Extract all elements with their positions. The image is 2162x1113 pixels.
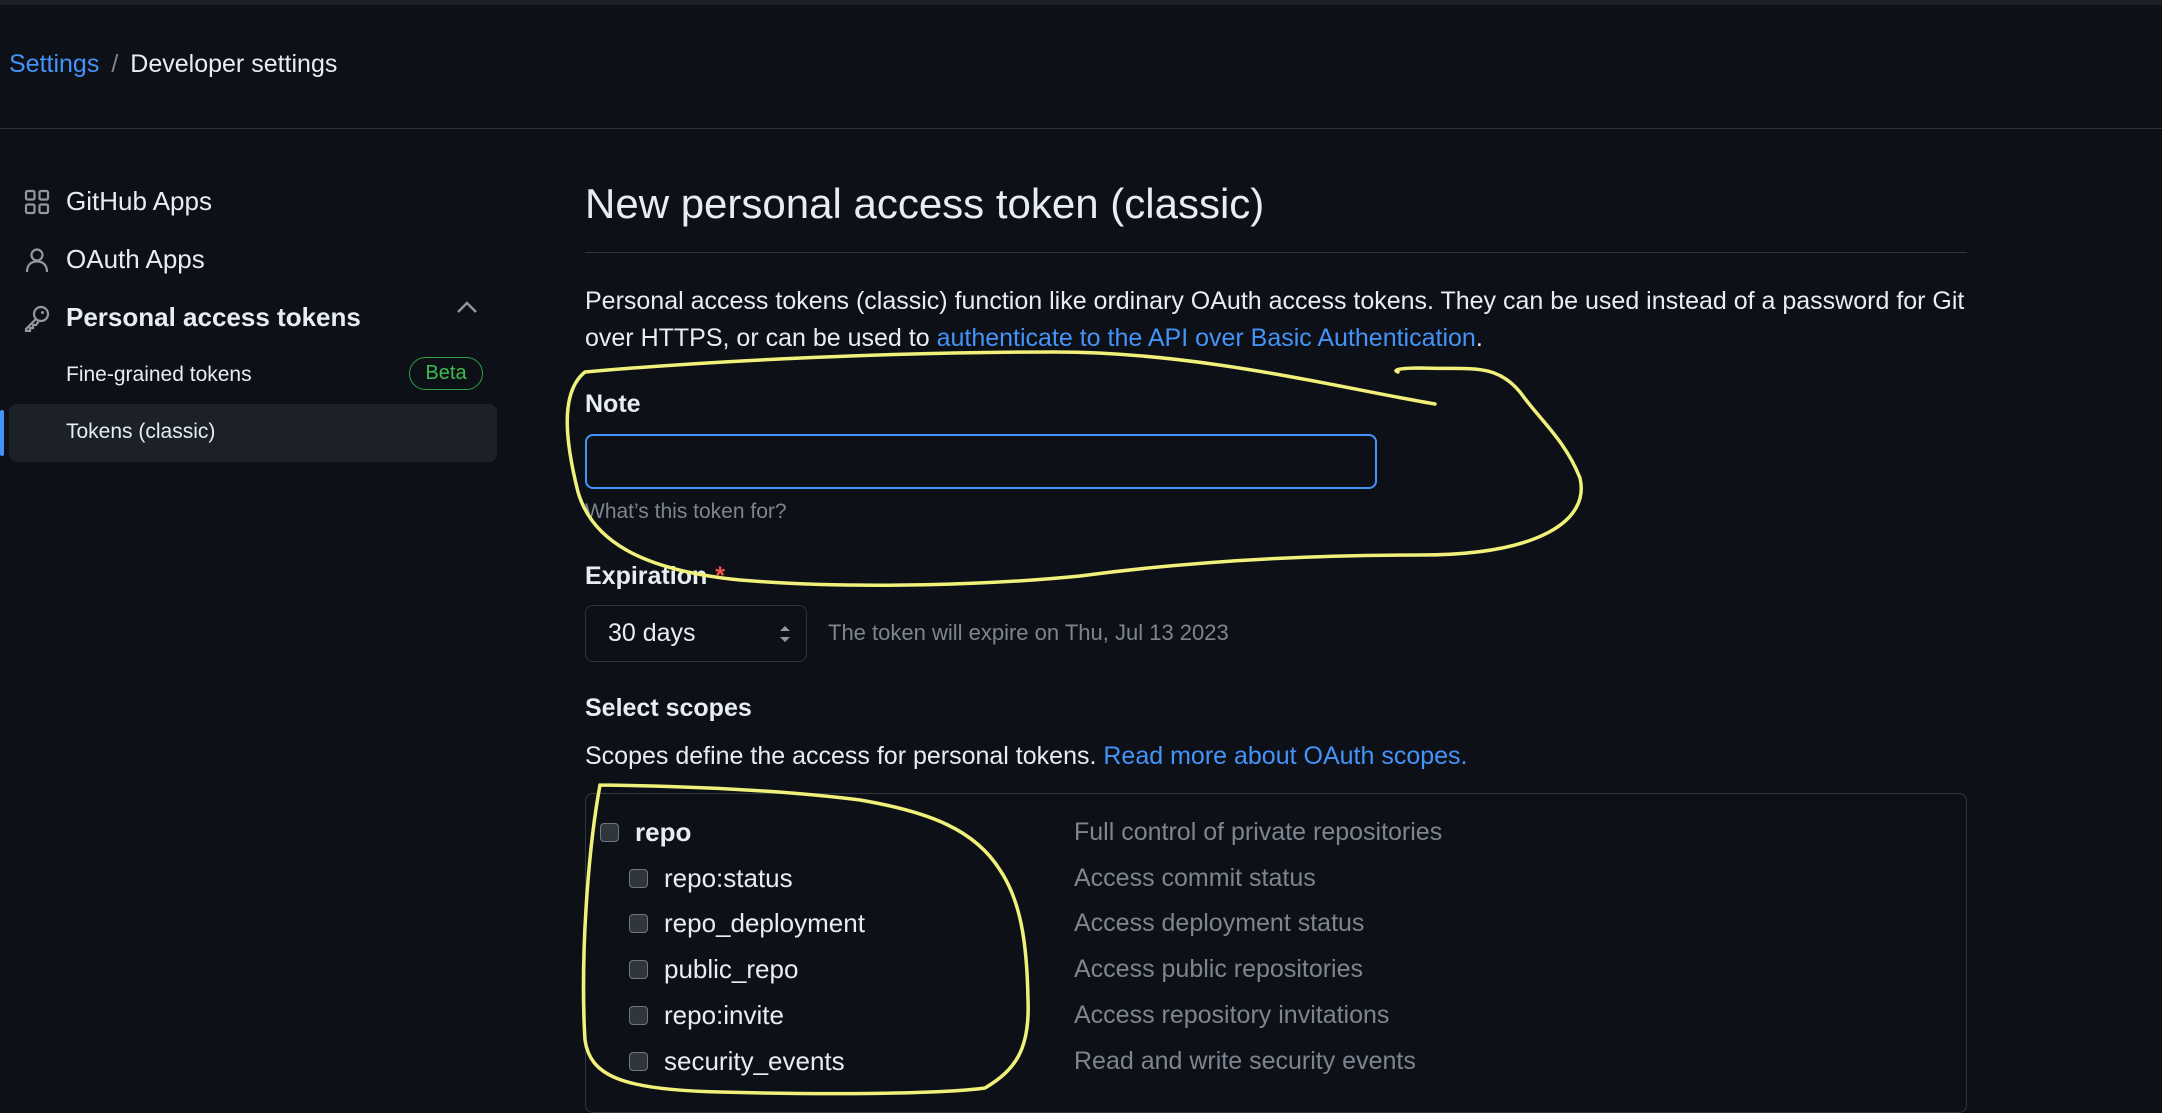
sidebar-item-personal-access-tokens[interactable]: Personal access tokens xyxy=(0,302,361,333)
scope-desc: Full control of private repositories xyxy=(1074,818,1443,846)
scope-row-repo-status[interactable]: repo:status xyxy=(629,863,793,894)
scope-row-repo-deployment[interactable]: repo_deployment xyxy=(629,908,865,939)
scope-name: repo xyxy=(635,817,692,847)
person-icon xyxy=(22,245,52,275)
note-input[interactable] xyxy=(585,434,1377,489)
title-divider xyxy=(585,252,1967,253)
scope-row-repo-invite[interactable]: repo:invite xyxy=(629,1000,784,1031)
apps-grid-icon xyxy=(22,187,52,217)
expiration-select[interactable]: 30 days xyxy=(585,605,807,662)
scope-checkbox[interactable] xyxy=(629,960,648,979)
sidebar-item-label: OAuth Apps xyxy=(66,244,205,274)
top-border xyxy=(0,0,2162,5)
description-end: . xyxy=(1475,324,1483,352)
note-label: Note xyxy=(585,390,641,418)
scope-desc: Access repository invitations xyxy=(1074,1001,1390,1029)
scope-desc: Read and write security events xyxy=(1074,1047,1416,1075)
sidebar-item-tokens-classic[interactable]: Tokens (classic) xyxy=(66,420,215,444)
expiration-selected-value: 30 days xyxy=(608,619,696,647)
sidebar-item-label: Personal access tokens xyxy=(66,302,361,332)
sidebar-item-fine-grained-tokens[interactable]: Fine-grained tokens xyxy=(66,363,252,387)
chevron-up-icon[interactable] xyxy=(456,300,478,319)
oauth-scopes-link[interactable]: Read more about OAuth scopes. xyxy=(1103,742,1467,770)
breadcrumb: Settings / Developer settings xyxy=(9,50,337,79)
scope-desc: Access commit status xyxy=(1074,864,1316,892)
scope-name: repo:invite xyxy=(664,1000,784,1030)
page-title: New personal access token (classic) xyxy=(585,180,1265,227)
sidebar-item-label: GitHub Apps xyxy=(66,186,212,216)
scope-checkbox[interactable] xyxy=(629,1006,648,1025)
breadcrumb-separator: / xyxy=(111,50,119,78)
scope-checkbox[interactable] xyxy=(629,1052,648,1071)
scope-row-repo[interactable]: repo xyxy=(600,817,691,848)
selected-indicator xyxy=(0,410,4,456)
select-arrows-icon xyxy=(778,622,792,653)
basic-auth-link[interactable]: authenticate to the API over Basic Authe… xyxy=(937,324,1476,352)
header-divider xyxy=(0,128,2162,129)
scope-desc: Access deployment status xyxy=(1074,909,1365,937)
scope-checkbox[interactable] xyxy=(600,823,619,842)
scope-row-security-events[interactable]: security_events xyxy=(629,1046,845,1077)
scope-name: security_events xyxy=(664,1046,845,1076)
scopes-description: Scopes define the access for personal to… xyxy=(585,742,1467,771)
scope-checkbox[interactable] xyxy=(629,914,648,933)
expiration-label: Expiration * xyxy=(585,562,725,591)
scopes-description-text: Scopes define the access for personal to… xyxy=(585,742,1097,770)
note-hint: What’s this token for? xyxy=(585,500,787,523)
breadcrumb-settings-link[interactable]: Settings xyxy=(9,50,99,79)
breadcrumb-current: Developer settings xyxy=(130,50,338,78)
scope-name: repo_deployment xyxy=(664,908,865,938)
scope-name: repo:status xyxy=(664,863,793,893)
beta-badge: Beta xyxy=(409,357,483,390)
scope-name: public_repo xyxy=(664,954,799,984)
scope-desc: Access public repositories xyxy=(1074,955,1364,983)
required-marker: * xyxy=(715,562,725,590)
scope-row-public-repo[interactable]: public_repo xyxy=(629,954,798,985)
expiration-label-text: Expiration xyxy=(585,562,708,590)
key-icon xyxy=(22,303,52,333)
scopes-heading: Select scopes xyxy=(585,694,752,722)
page-description: Personal access tokens (classic) functio… xyxy=(585,283,1985,357)
scope-checkbox[interactable] xyxy=(629,869,648,888)
sidebar-item-github-apps[interactable]: GitHub Apps xyxy=(0,186,212,217)
expiration-info: The token will expire on Thu, Jul 13 202… xyxy=(828,620,1229,645)
sidebar-item-oauth-apps[interactable]: OAuth Apps xyxy=(0,244,205,275)
